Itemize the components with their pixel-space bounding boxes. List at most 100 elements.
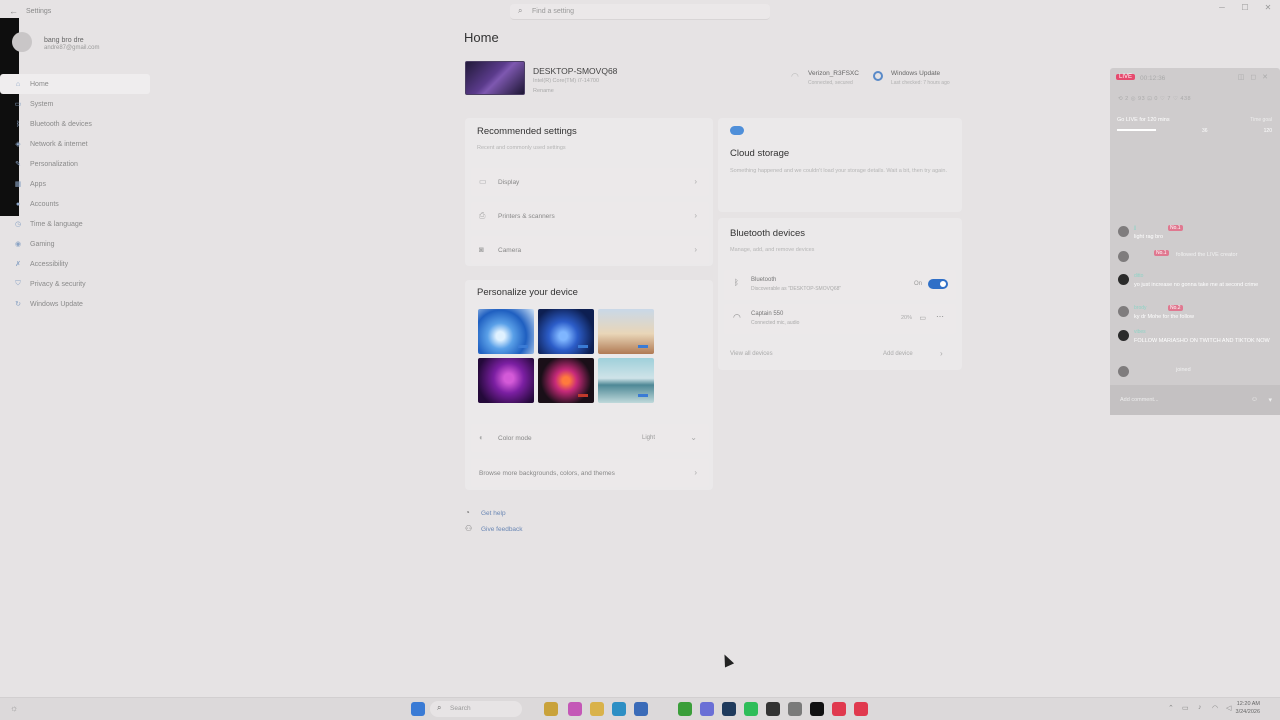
windows-update-link[interactable]: Windows Update xyxy=(891,70,940,77)
theme-thumbnail-5[interactable] xyxy=(538,358,594,403)
store-icon[interactable] xyxy=(634,702,648,716)
chat-avatar[interactable] xyxy=(1118,274,1129,285)
recommended-item-camera[interactable]: ◙ Camera › xyxy=(471,236,709,264)
minimize-button[interactable]: ─ xyxy=(1215,3,1229,12)
help-icon: ◔ xyxy=(465,508,470,517)
chat-username[interactable]: ditto xyxy=(1134,273,1143,279)
steam-icon[interactable] xyxy=(722,702,736,716)
camera-icon: ◙ xyxy=(479,245,484,254)
weather-widget-icon[interactable]: ☼ xyxy=(10,703,18,713)
discord-icon[interactable] xyxy=(700,702,714,716)
theme-thumbnail-3[interactable] xyxy=(598,309,654,354)
live-badge: LIVE xyxy=(1116,74,1136,80)
minecraft-icon[interactable] xyxy=(678,702,692,716)
shield-icon: ⛉ xyxy=(15,280,21,287)
recommended-item-label: Camera xyxy=(498,247,522,254)
sidebar-item-privacy-security[interactable]: ⛉ Privacy & security xyxy=(0,274,150,294)
chevron-right-icon: › xyxy=(694,177,697,186)
volume-icon[interactable]: ◁ xyxy=(1226,704,1231,712)
obs-icon[interactable] xyxy=(766,702,780,716)
folder-icon[interactable] xyxy=(590,702,604,716)
color-mode-row[interactable]: ◐ Color mode Light ⌄ xyxy=(471,424,709,452)
tiktok-live-icon[interactable] xyxy=(832,702,846,716)
more-options-icon[interactable]: ⋯ xyxy=(936,312,944,321)
feedback-icon: ⚇ xyxy=(465,524,473,533)
browse-themes-label: Browse more backgrounds, colors, and the… xyxy=(479,470,615,477)
sidebar-item-gaming[interactable]: ◉ Gaming xyxy=(0,234,150,254)
windows-update-icon xyxy=(873,71,883,81)
file-explorer-icon[interactable] xyxy=(544,702,558,716)
device-spec: Intel(R) Core(TM) i7-14700 xyxy=(533,78,600,84)
chat-avatar[interactable] xyxy=(1118,330,1129,341)
give-feedback-link[interactable]: Give feedback xyxy=(481,526,523,533)
device-wallpaper-thumbnail xyxy=(465,61,525,95)
recommended-title: Recommended settings xyxy=(477,126,577,137)
device-battery: 20% xyxy=(900,315,912,321)
sidebar-item-label: System xyxy=(30,100,54,108)
sidebar-item-time-language[interactable]: ◷ Time & language xyxy=(0,214,150,234)
tiktok-icon[interactable] xyxy=(854,702,868,716)
sidebar-item-network-internet[interactable]: ◈ Network & internet xyxy=(0,134,150,154)
taskbar-search[interactable]: ⌕ Search xyxy=(430,701,522,717)
spotify-icon[interactable] xyxy=(744,702,758,716)
back-arrow-icon[interactable]: ← xyxy=(9,6,18,16)
recommended-item-label: Printers & scanners xyxy=(498,213,555,220)
sidebar-item-system[interactable]: ▭ System xyxy=(0,94,150,114)
view-all-devices-link[interactable]: View all devices xyxy=(730,351,773,357)
theme-thumbnail-2[interactable] xyxy=(538,309,594,354)
avatar[interactable] xyxy=(12,32,32,52)
comment-input[interactable]: Add comment... ☺ ▾ xyxy=(1110,385,1280,415)
settings-search-input[interactable]: ⌕ Find a setting xyxy=(510,4,770,20)
chat-avatar[interactable] xyxy=(1118,251,1129,262)
recommended-item-printers[interactable]: ⎙ Printers & scanners › xyxy=(471,202,709,230)
device-name: DESKTOP-SMOVQ68 xyxy=(533,66,618,76)
monitor-icon: ▭ xyxy=(14,101,22,108)
sidebar-item-windows-update[interactable]: ↻ Windows Update xyxy=(0,294,150,314)
cloud-storage-card: Cloud storage Something happened and we … xyxy=(718,118,962,212)
capcut-icon[interactable] xyxy=(810,702,824,716)
taskbar-clock-date[interactable]: 3/24/2026 xyxy=(1236,709,1260,715)
bluetooth-device-row[interactable]: ◠ Captain 550 Connected mic, audio 20% ▭… xyxy=(724,304,956,334)
close-button[interactable]: ✕ xyxy=(1261,3,1275,12)
rename-link[interactable]: Rename xyxy=(533,88,554,94)
taskbar-clock-time[interactable]: 12:20 AM xyxy=(1237,701,1260,707)
chat-avatar[interactable] xyxy=(1118,306,1129,317)
chat-username[interactable]: brody xyxy=(1134,305,1147,311)
add-device-button[interactable]: Add device xyxy=(883,351,913,357)
live-goal-type: Time goal xyxy=(1250,117,1272,123)
sidebar-item-accounts[interactable]: ● Accounts xyxy=(0,194,150,214)
overlay-window-controls[interactable]: ◫◻✕ xyxy=(1238,73,1274,81)
tray-chevron-icon[interactable]: ⌃ xyxy=(1168,704,1174,712)
chat-username[interactable]: jj xyxy=(1134,225,1136,231)
start-icon[interactable] xyxy=(411,702,425,716)
theme-thumbnail-4[interactable] xyxy=(478,358,534,403)
network-name[interactable]: Verizon_R3FSXC xyxy=(808,70,859,77)
edge-icon[interactable] xyxy=(612,702,626,716)
filter-icon[interactable]: ▾ xyxy=(1268,396,1272,404)
sidebar-item-label: Apps xyxy=(30,180,46,188)
sidebar-item-apps[interactable]: ▦ Apps xyxy=(0,174,150,194)
get-help-link[interactable]: Get help xyxy=(481,510,506,517)
theme-thumbnail-1[interactable] xyxy=(478,309,534,354)
browse-themes-row[interactable]: Browse more backgrounds, colors, and the… xyxy=(471,459,709,487)
microphone-icon[interactable]: ♪ xyxy=(1198,704,1202,711)
sidebar-item-bluetooth-devices[interactable]: ᛒ Bluetooth & devices xyxy=(0,114,150,134)
gamepad-icon: ◉ xyxy=(14,241,22,248)
recommended-item-display[interactable]: ▭ Display › xyxy=(471,168,709,196)
chat-username[interactable]: vibes xyxy=(1134,329,1146,335)
chat-avatar[interactable] xyxy=(1118,226,1129,237)
copilot-icon[interactable] xyxy=(568,702,582,716)
theme-thumbnail-6[interactable] xyxy=(598,358,654,403)
sidebar-item-accessibility[interactable]: ✗ Accessibility xyxy=(0,254,150,274)
settings-icon[interactable] xyxy=(788,702,802,716)
tray-app-icon[interactable]: ▭ xyxy=(1182,704,1189,712)
bluetooth-toggle-row: ᛒ Bluetooth Discoverable as "DESKTOP-SMO… xyxy=(724,270,956,300)
emoji-icon[interactable]: ☺ xyxy=(1251,396,1258,403)
sidebar-item-home[interactable]: ⌂ Home xyxy=(0,74,150,94)
bluetooth-toggle[interactable] xyxy=(928,279,948,289)
maximize-button[interactable]: ☐ xyxy=(1238,3,1252,12)
wifi-tray-icon[interactable]: ◠ xyxy=(1212,704,1218,712)
sidebar-item-personalization[interactable]: ✎ Personalization xyxy=(0,154,150,174)
chat-avatar[interactable] xyxy=(1118,366,1129,377)
color-mode-select[interactable]: Light xyxy=(642,435,655,441)
